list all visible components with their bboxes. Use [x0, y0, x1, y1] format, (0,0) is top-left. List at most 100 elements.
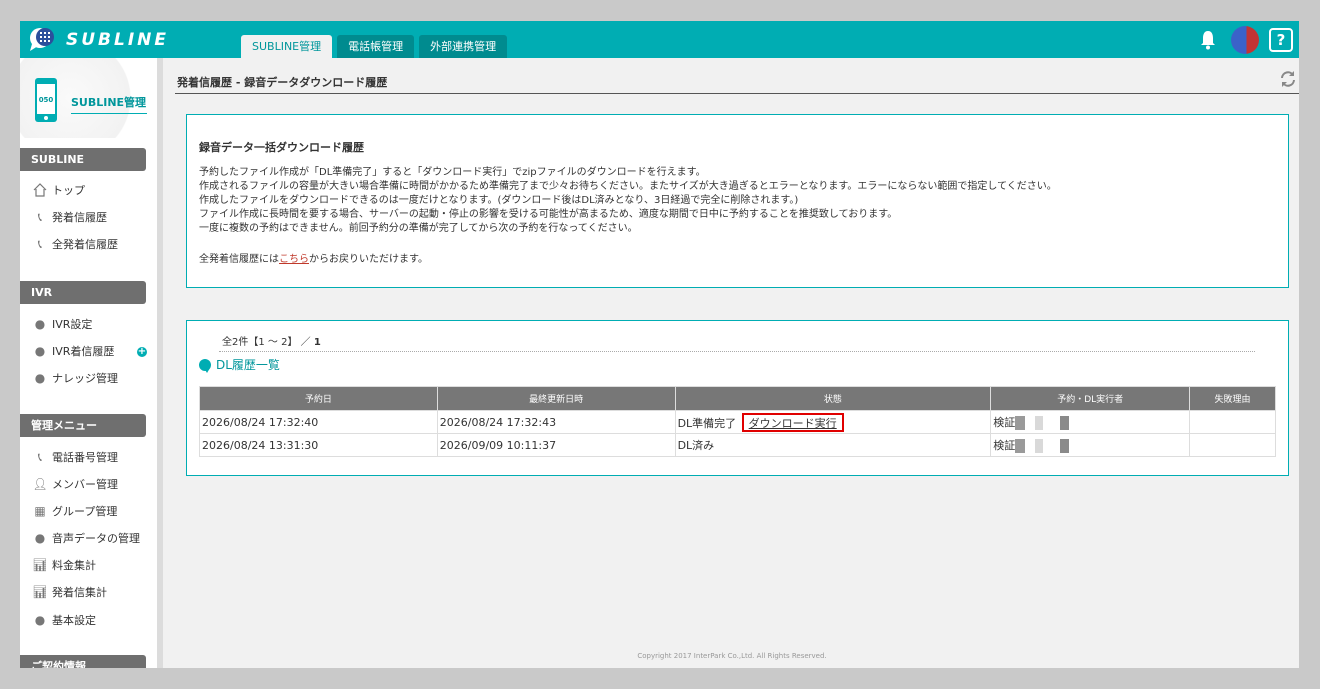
sidebar: 050 SUBLINE管理 SUBLINE トップ 📞︎ 発着信履歴 📞︎ 全発… [20, 58, 157, 668]
sidebar-item-label: 料金集計 [52, 559, 96, 572]
column-header-status[interactable]: 状態 [674, 386, 992, 411]
cell-executor: 検証 [990, 410, 1191, 434]
sidebar-item-groups[interactable]: ▦ グループ管理 [32, 501, 117, 521]
download-execute-link[interactable]: ダウンロード実行 [749, 417, 837, 430]
executor-name: 検証 [993, 416, 1016, 429]
sidebar-item-billing[interactable]: 📊︎ 料金集計 [32, 555, 96, 575]
sidebar-item-label: 全発着信履歴 [52, 238, 118, 251]
sidebar-item-all-call-history[interactable]: 📞︎ 全発着信履歴 [32, 234, 118, 254]
cell-status: DL準備完了 ダウンロード実行 [674, 410, 992, 434]
app-window: SUBLINE SUBLINE管理 電話帳管理 外部連携管理 ? 050 SUB… [20, 21, 1299, 668]
info-line: ファイル作成に長時間を要する場合、サーバーの起動・停止の影響を受ける可能性が高ま… [199, 209, 898, 220]
back-note-suffix: からお戻りいただけます。 [309, 254, 428, 265]
executor-name: 検証 [993, 439, 1016, 452]
info-line: 一度に複数の予約はできません。前回予約分の準備が完了してから次の予約を行なってく… [199, 223, 638, 234]
home-icon [32, 182, 48, 198]
info-title: 録音データ一括ダウンロード履歴 [199, 141, 364, 154]
sidebar-section-admin-menu[interactable]: 管理メニュー [20, 414, 146, 437]
person-icon: 👤︎ [32, 477, 48, 491]
sidebar-item-label: トップ [52, 184, 85, 197]
cell-failure-reason [1189, 410, 1276, 434]
cell-status: DL済み [674, 433, 992, 457]
brand-name: SUBLINE [66, 30, 170, 50]
redacted-mosaic [1015, 416, 1078, 430]
bar-chart-icon: 📊︎ [32, 558, 48, 572]
sidebar-section-ivr[interactable]: IVR [20, 281, 146, 304]
chat-bubble-icon: ● [34, 613, 46, 627]
phone-call-icon: 📞︎ [37, 236, 43, 251]
download-execute-button[interactable]: ダウンロード実行 [741, 412, 844, 432]
info-line: 作成されるファイルの容量が大きい場合準備に時間がかかるため準備完了まで少々お待ち… [199, 181, 1057, 192]
column-header-last-updated[interactable]: 最終更新日時 [436, 386, 676, 411]
list-title-label: DL履歴一覧 [216, 358, 280, 372]
info-line: 予約したファイル作成が「DL準備完了」すると「ダウンロード実行」でzipファイル… [199, 167, 706, 178]
table-header-row: 予約日 最終更新日時 状態 予約・DL実行者 失敗理由 [199, 386, 1276, 411]
sidebar-section-contract-info[interactable]: ご契約情報 [20, 655, 146, 668]
table-row: 2026/08/24 13:31:30 2026/09/09 10:11:37 … [199, 433, 1276, 457]
sidebar-item-ivr-settings[interactable]: ● IVR設定 [32, 314, 93, 334]
sidebar-item-phone-numbers[interactable]: 📞︎ 電話番号管理 [32, 447, 118, 467]
dl-history-table: 予約日 最終更新日時 状態 予約・DL実行者 失敗理由 2026/08/24 1… [199, 386, 1276, 457]
back-note-prefix: 全発着信履歴には [199, 254, 279, 265]
sidebar-scrollbar[interactable] [157, 58, 163, 668]
sidebar-item-basic-settings[interactable]: ● 基本設定 [32, 610, 96, 630]
sidebar-item-label: ナレッジ管理 [52, 372, 118, 385]
bell-icon[interactable] [1199, 29, 1217, 51]
column-header-failure-reason[interactable]: 失敗理由 [1189, 386, 1276, 411]
status-text: DL済み [677, 439, 715, 452]
bar-chart-icon: 📊︎ [32, 585, 48, 599]
column-header-executor[interactable]: 予約・DL実行者 [990, 386, 1191, 411]
info-text: 予約したファイル作成が「DL準備完了」すると「ダウンロード実行」でzipファイル… [199, 166, 1057, 236]
sidebar-header: 050 SUBLINE管理 [20, 58, 157, 138]
chat-bubble-icon: ● [34, 371, 46, 385]
cell-last-updated: 2026/08/24 17:32:43 [436, 410, 676, 434]
sidebar-item-ivr-incoming-history[interactable]: ● IVR着信履歴 [32, 341, 115, 361]
count-range: 全2件【1 ～ 2】 ／ [222, 337, 314, 348]
result-count: 全2件【1 ～ 2】 ／ 1 [222, 333, 321, 348]
main-content: 発着信履歴 - 録音データダウンロード履歴 録音データ一括ダウンロード履歴 予約… [165, 58, 1299, 668]
page-title: 発着信履歴 - 録音データダウンロード履歴 [177, 76, 388, 89]
pin-icon [199, 358, 211, 373]
back-note: 全発着信履歴にはこちらからお戻りいただけます。 [199, 250, 428, 265]
plus-circle-icon[interactable]: + [137, 347, 147, 357]
refresh-icon[interactable] [1279, 70, 1297, 88]
back-link[interactable]: こちら [279, 254, 309, 265]
sidebar-item-audio-data[interactable]: ● 音声データの管理 [32, 528, 140, 548]
tab-phonebook-admin[interactable]: 電話帳管理 [337, 35, 415, 58]
phone-badge: 050 [39, 96, 54, 104]
user-avatar[interactable] [1231, 26, 1259, 54]
column-header-reserved-date[interactable]: 予約日 [199, 386, 438, 411]
phone-call-icon: 📞︎ [37, 209, 43, 224]
chat-bubble-icon: ● [34, 344, 46, 358]
status-text: DL準備完了 [677, 416, 737, 430]
sidebar-item-members[interactable]: 👤︎ メンバー管理 [32, 474, 118, 494]
top-bar: SUBLINE SUBLINE管理 電話帳管理 外部連携管理 ? [20, 21, 1299, 58]
sidebar-title: SUBLINE管理 [71, 94, 147, 114]
sidebar-item-label: 音声データの管理 [52, 532, 140, 545]
logo-bubble-icon [30, 28, 54, 51]
sidebar-item-label: 電話番号管理 [52, 451, 118, 464]
redacted-mosaic [1015, 439, 1078, 453]
top-icons: ? [1199, 26, 1293, 54]
smartphone-icon: 050 [35, 78, 57, 122]
sidebar-item-label: 基本設定 [52, 614, 96, 627]
sidebar-item-label: IVR着信履歴 [52, 345, 115, 358]
info-line: 作成したファイルをダウンロードできるのは一度だけとなります。(ダウンロード後はD… [199, 195, 799, 206]
tab-external-integration[interactable]: 外部連携管理 [419, 35, 508, 58]
phone-icon: 📞︎ [37, 449, 43, 464]
sidebar-item-label: メンバー管理 [52, 478, 118, 491]
dl-history-panel: 全2件【1 ～ 2】 ／ 1 DL履歴一覧 予約日 最終更新日時 状態 予約・D… [186, 320, 1289, 476]
sidebar-item-call-history[interactable]: 📞︎ 発着信履歴 [32, 207, 107, 227]
cell-last-updated: 2026/09/09 10:11:37 [436, 433, 676, 457]
tab-subline-admin[interactable]: SUBLINE管理 [241, 35, 333, 58]
sidebar-section-subline[interactable]: SUBLINE [20, 148, 146, 171]
sidebar-item-knowledge[interactable]: ● ナレッジ管理 [32, 368, 118, 388]
sidebar-item-call-stats[interactable]: 📊︎ 発着信集計 [32, 582, 107, 602]
sidebar-item-label: グループ管理 [52, 505, 118, 518]
table-row: 2026/08/24 17:32:40 2026/08/24 17:32:43 … [199, 410, 1276, 434]
logo[interactable]: SUBLINE [28, 25, 169, 55]
help-icon[interactable]: ? [1269, 28, 1293, 52]
sidebar-item-top[interactable]: トップ [32, 180, 85, 200]
dotted-divider [219, 351, 1255, 352]
chat-bubble-icon: ● [34, 317, 46, 331]
